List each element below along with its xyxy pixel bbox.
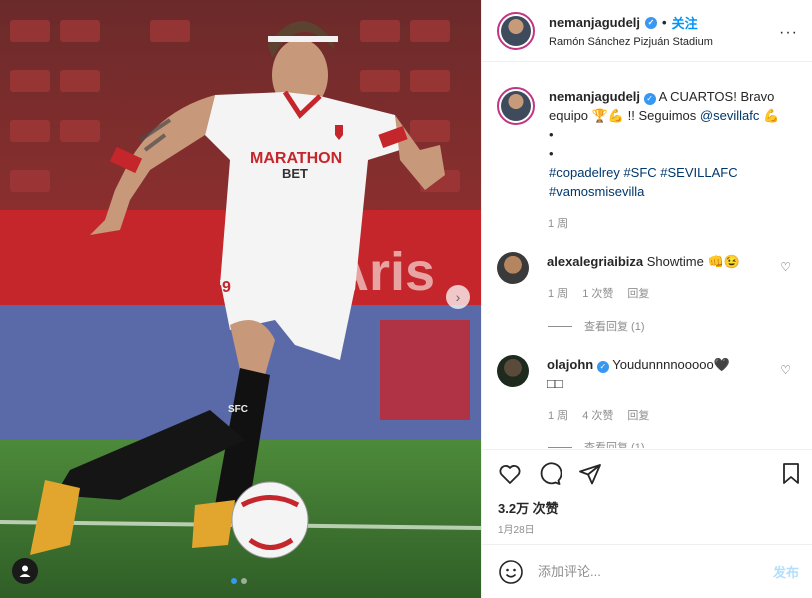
chevron-right-icon: › — [455, 289, 461, 305]
next-image-button[interactable]: › — [446, 285, 470, 309]
comment-like-heart-icon[interactable]: ♡ — [780, 260, 791, 274]
follow-button[interactable]: 关注 — [672, 13, 698, 32]
view-replies-label: 查看回复 (1) — [584, 321, 645, 333]
commenter-avatar[interactable] — [497, 252, 529, 284]
divider — [548, 325, 572, 327]
view-replies-button[interactable]: 查看回复 (1) — [548, 318, 645, 334]
divider — [548, 446, 572, 448]
comment-like-heart-icon[interactable]: ♡ — [780, 363, 791, 377]
caption-dot: • — [549, 146, 554, 161]
emoji-smiley-icon[interactable] — [498, 559, 524, 585]
carousel-dot-active — [231, 578, 237, 584]
carousel-indicator — [231, 578, 247, 584]
comment-item: olajohn ✓ Youdunnnnooooo🖤 □□ — [497, 355, 797, 393]
comment-input[interactable] — [538, 564, 748, 579]
post-actions: 3.2万 次赞 1月28日 — [482, 449, 812, 544]
header-separator: • — [662, 15, 667, 30]
comment-username[interactable]: olajohn — [547, 357, 593, 372]
comment-meta: 1 周 4 次赞 回复 — [548, 407, 649, 423]
caption-dot: • — [549, 127, 554, 142]
verified-badge-icon: ✓ — [645, 16, 658, 29]
comment-reply-button[interactable]: 回复 — [627, 407, 649, 423]
player-photo: Aris MARATHON BET 9 SFC — [0, 0, 481, 598]
post-photo[interactable]: Aris MARATHON BET 9 SFC › — [0, 0, 481, 598]
more-horizontal-icon[interactable]: ··· — [779, 24, 798, 42]
comment-item: alexalegriaibiza Showtime 👊😉 — [497, 252, 797, 284]
comment-likes[interactable]: 1 次赞 — [582, 285, 613, 301]
commenter-avatar[interactable] — [497, 355, 529, 387]
verified-badge-icon: ✓ — [643, 92, 656, 105]
comment-meta: 1 周 1 次赞 回复 — [548, 285, 649, 301]
caption-avatar[interactable] — [497, 87, 535, 125]
view-replies-label: 查看回复 (1) — [584, 442, 645, 448]
post-date[interactable]: 1月28日 — [498, 521, 535, 536]
post-header: nemanjagudelj ✓ • 关注 Ramón Sánchez Pizju… — [482, 0, 812, 62]
comment-likes[interactable]: 4 次赞 — [582, 407, 613, 423]
tagged-users-button[interactable] — [12, 558, 38, 584]
post-comment-button[interactable]: 发布 — [773, 562, 799, 581]
likes-count[interactable]: 3.2万 次赞 — [498, 498, 559, 517]
caption-hashtags[interactable]: #vamosmisevilla — [549, 182, 789, 201]
caption: nemanjagudelj ✓ A CUARTOS! Bravo equipo … — [497, 87, 797, 201]
svg-text:9: 9 — [222, 279, 231, 296]
svg-text:SFC: SFC — [228, 404, 248, 415]
svg-text:MARATHON: MARATHON — [250, 150, 342, 167]
verified-badge-icon: ✓ — [596, 360, 609, 373]
comment-text: Youdunnnnooooo🖤 — [612, 357, 730, 372]
post-location[interactable]: Ramón Sánchez Pizjuán Stadium — [549, 36, 713, 48]
user-icon — [19, 565, 31, 577]
post-details-panel: nemanjagudelj ✓ • 关注 Ramón Sánchez Pizju… — [481, 0, 812, 598]
comment-time[interactable]: 1 周 — [548, 285, 568, 301]
comment-icon[interactable] — [538, 462, 562, 486]
comment-text: Showtime 👊😉 — [646, 254, 740, 269]
comment-username[interactable]: alexalegriaibiza — [547, 254, 643, 269]
like-heart-icon[interactable] — [498, 462, 522, 486]
comment-text-cont: □□ — [547, 376, 563, 391]
share-paper-plane-icon[interactable] — [578, 462, 602, 486]
caption-hashtags[interactable]: #copadelrey #SFC #SEVILLAFC — [549, 163, 789, 182]
comment-reply-button[interactable]: 回复 — [627, 285, 649, 301]
caption-text-end: 💪 — [762, 108, 780, 123]
view-replies-button[interactable]: 查看回复 (1) — [548, 439, 645, 448]
caption-time[interactable]: 1 周 — [548, 215, 568, 231]
author-username[interactable]: nemanjagudelj — [549, 15, 640, 30]
comments-list[interactable]: nemanjagudelj ✓ A CUARTOS! Bravo equipo … — [482, 63, 812, 448]
carousel-dot — [241, 578, 247, 584]
svg-text:BET: BET — [282, 166, 308, 181]
comment-time[interactable]: 1 周 — [548, 407, 568, 423]
author-avatar[interactable] — [497, 11, 535, 50]
save-bookmark-icon[interactable] — [779, 462, 803, 486]
comment-composer: 发布 — [482, 544, 812, 598]
caption-meta: 1 周 — [548, 215, 568, 231]
caption-mention-link[interactable]: @sevillafc — [700, 108, 759, 123]
caption-username[interactable]: nemanjagudelj — [549, 89, 640, 104]
